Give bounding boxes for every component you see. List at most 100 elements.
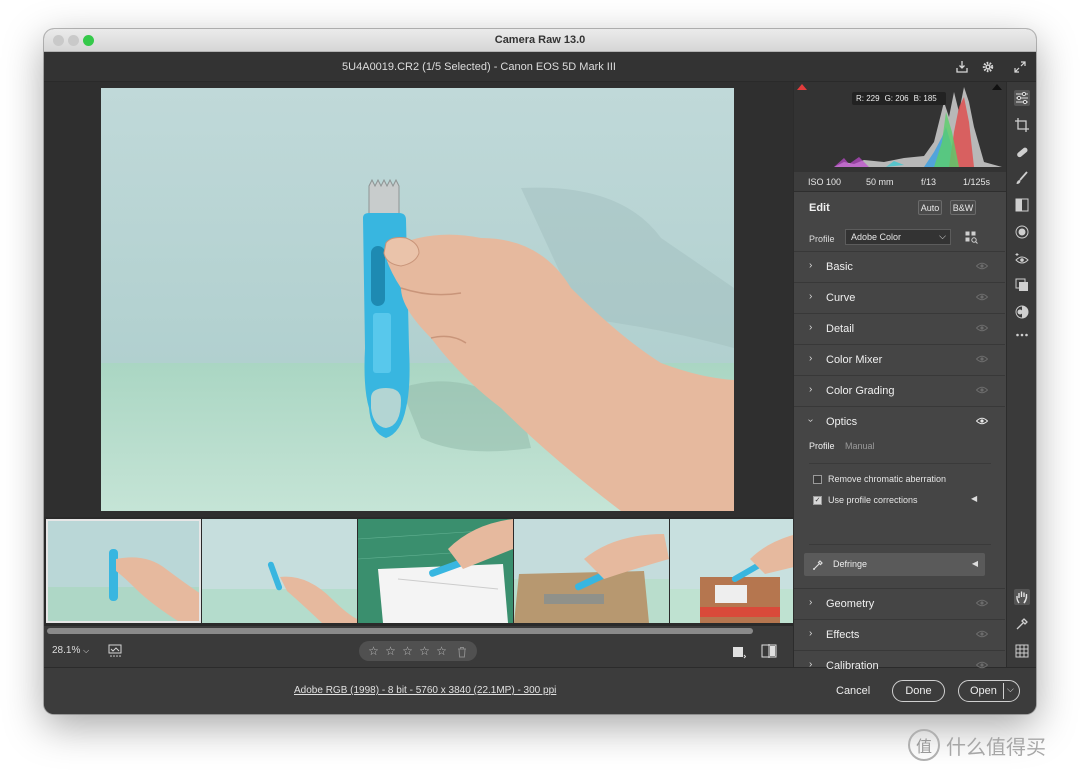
section-calibration[interactable]: › Calibration <box>794 650 1005 672</box>
focal-length-value: 50 mm <box>866 177 894 187</box>
section-color-grading[interactable]: › Color Grading <box>794 375 1005 405</box>
section-label: Color Mixer <box>826 354 883 366</box>
section-label: Basic <box>826 261 853 273</box>
section-label: Curve <box>826 292 856 304</box>
star-icon[interactable]: ☆ <box>384 645 397 657</box>
expand-defringe-icon[interactable]: ◀ <box>972 559 978 568</box>
hand-icon[interactable] <box>1014 589 1030 605</box>
profile-label: Profile <box>809 234 835 244</box>
star-icon[interactable]: ☆ <box>418 645 431 657</box>
eye-icon[interactable] <box>976 355 988 363</box>
section-geometry[interactable]: › Geometry <box>794 588 1005 618</box>
brush-icon[interactable] <box>1014 170 1030 186</box>
profile-corrections-label: Use profile corrections <box>828 495 918 505</box>
tool-strip <box>1006 82 1036 667</box>
profile-corrections-checkbox[interactable]: ✓ <box>813 495 822 505</box>
edit-sliders-icon[interactable] <box>1014 90 1030 106</box>
b-value: B: 185 <box>913 94 937 103</box>
star-icon[interactable]: ☆ <box>435 645 448 657</box>
eye-icon[interactable] <box>976 661 988 669</box>
remove-chromatic-aberration-row[interactable]: Remove chromatic aberration <box>813 474 946 484</box>
histogram: R: 229 G: 206 B: 185 <box>794 82 1007 172</box>
section-effects[interactable]: › Effects <box>794 619 1005 649</box>
open-button-divider <box>1003 683 1004 699</box>
star-rating[interactable]: ☆ ☆ ☆ ☆ ☆ <box>359 641 477 661</box>
linear-gradient-icon[interactable] <box>1014 197 1030 213</box>
section-basic[interactable]: › Basic <box>794 251 1005 281</box>
image-canvas[interactable] <box>44 82 793 517</box>
section-curve[interactable]: › Curve <box>794 282 1005 312</box>
shutter-speed-value: 1/125s <box>963 177 991 187</box>
eye-icon[interactable] <box>976 630 988 638</box>
open-button[interactable]: Open ⌵ <box>958 680 1020 702</box>
profile-select[interactable]: Adobe Color ⌵ <box>845 229 951 245</box>
done-button[interactable]: Done <box>892 680 945 702</box>
watermark-text: 什么值得买 <box>946 734 1046 759</box>
thumbnail-4[interactable] <box>514 519 669 623</box>
chevron-right-icon: › <box>809 260 813 271</box>
defringe-section[interactable]: Defringe ◀ <box>804 553 985 576</box>
shadow-clipping-toggle[interactable] <box>796 84 808 94</box>
chromatic-aberration-checkbox[interactable] <box>813 474 822 484</box>
profile-browser-icon[interactable] <box>965 231 978 244</box>
healing-icon[interactable] <box>1014 144 1030 160</box>
view-mode-icon[interactable] <box>732 645 747 659</box>
before-after-icon[interactable] <box>761 644 777 658</box>
highlight-clipping-toggle[interactable] <box>991 84 1003 94</box>
section-color-mixer[interactable]: › Color Mixer <box>794 344 1005 374</box>
presets-icon[interactable] <box>1014 304 1030 320</box>
filmstrip-scroll-thumb[interactable] <box>47 628 753 634</box>
star-icon[interactable]: ☆ <box>401 645 414 657</box>
chevron-right-icon: › <box>809 628 813 639</box>
chevron-down-icon[interactable]: › <box>805 419 816 422</box>
section-label: Effects <box>826 629 860 641</box>
section-label[interactable]: Optics <box>826 416 857 428</box>
zoom-level[interactable]: 28.1% ⌵ <box>52 645 89 656</box>
grid-icon[interactable] <box>1014 643 1030 659</box>
radial-filter-icon[interactable] <box>1014 224 1030 240</box>
eyedropper-icon[interactable] <box>1014 616 1030 632</box>
gear-icon[interactable] <box>980 59 996 75</box>
chevron-right-icon: › <box>809 384 813 395</box>
filmstrip-options-icon[interactable] <box>108 644 126 658</box>
main-photo <box>101 88 734 511</box>
eyedropper-small-icon[interactable] <box>812 559 824 571</box>
trash-icon[interactable] <box>456 645 468 658</box>
cancel-button[interactable]: Cancel <box>836 685 870 697</box>
watermark-logo: 值 <box>908 729 940 761</box>
red-eye-icon[interactable] <box>1014 251 1030 267</box>
workflow-options-link[interactable]: Adobe RGB (1998) - 8 bit - 5760 x 3840 (… <box>294 685 556 696</box>
tab-profile[interactable]: Profile <box>809 441 835 451</box>
title-bar: Camera Raw 13.0 <box>44 29 1036 52</box>
eye-icon[interactable] <box>976 262 988 270</box>
auto-button[interactable]: Auto <box>918 200 942 215</box>
filmstrip-scrollbar[interactable] <box>47 626 790 635</box>
eye-icon[interactable] <box>976 599 988 607</box>
chevron-right-icon: › <box>809 597 813 608</box>
watermark-logo-char: 值 <box>915 739 932 756</box>
chevron-right-icon: › <box>809 659 813 670</box>
thumbnail-1[interactable] <box>46 519 201 623</box>
thumbnail-3[interactable] <box>358 519 513 623</box>
use-profile-corrections-row[interactable]: ✓ Use profile corrections <box>813 495 918 505</box>
snapshots-icon[interactable] <box>1014 277 1030 293</box>
bw-button[interactable]: B&W <box>950 200 976 215</box>
save-icon[interactable] <box>954 59 970 75</box>
window-title: Camera Raw 13.0 <box>494 34 586 46</box>
tab-manual[interactable]: Manual <box>845 441 875 451</box>
image-header: 5U4A0019.CR2 (1/5 Selected) - Canon EOS … <box>44 52 1036 82</box>
crop-icon[interactable] <box>1014 117 1030 133</box>
chevron-down-icon: ⌵ <box>939 231 946 241</box>
eye-icon[interactable] <box>976 293 988 301</box>
eye-icon[interactable] <box>976 386 988 394</box>
section-detail[interactable]: › Detail <box>794 313 1005 343</box>
more-icon[interactable] <box>1014 327 1030 343</box>
thumbnail-2[interactable] <box>202 519 357 623</box>
eye-icon[interactable] <box>976 324 988 332</box>
eye-icon[interactable] <box>976 417 988 425</box>
expand-corrections-icon[interactable]: ◀ <box>971 494 977 503</box>
star-icon[interactable]: ☆ <box>367 645 380 657</box>
file-title: 5U4A0019.CR2 (1/5 Selected) - Canon EOS … <box>342 61 616 73</box>
chevron-down-icon[interactable]: ⌵ <box>1007 684 1014 695</box>
fullscreen-icon[interactable] <box>1012 59 1028 75</box>
